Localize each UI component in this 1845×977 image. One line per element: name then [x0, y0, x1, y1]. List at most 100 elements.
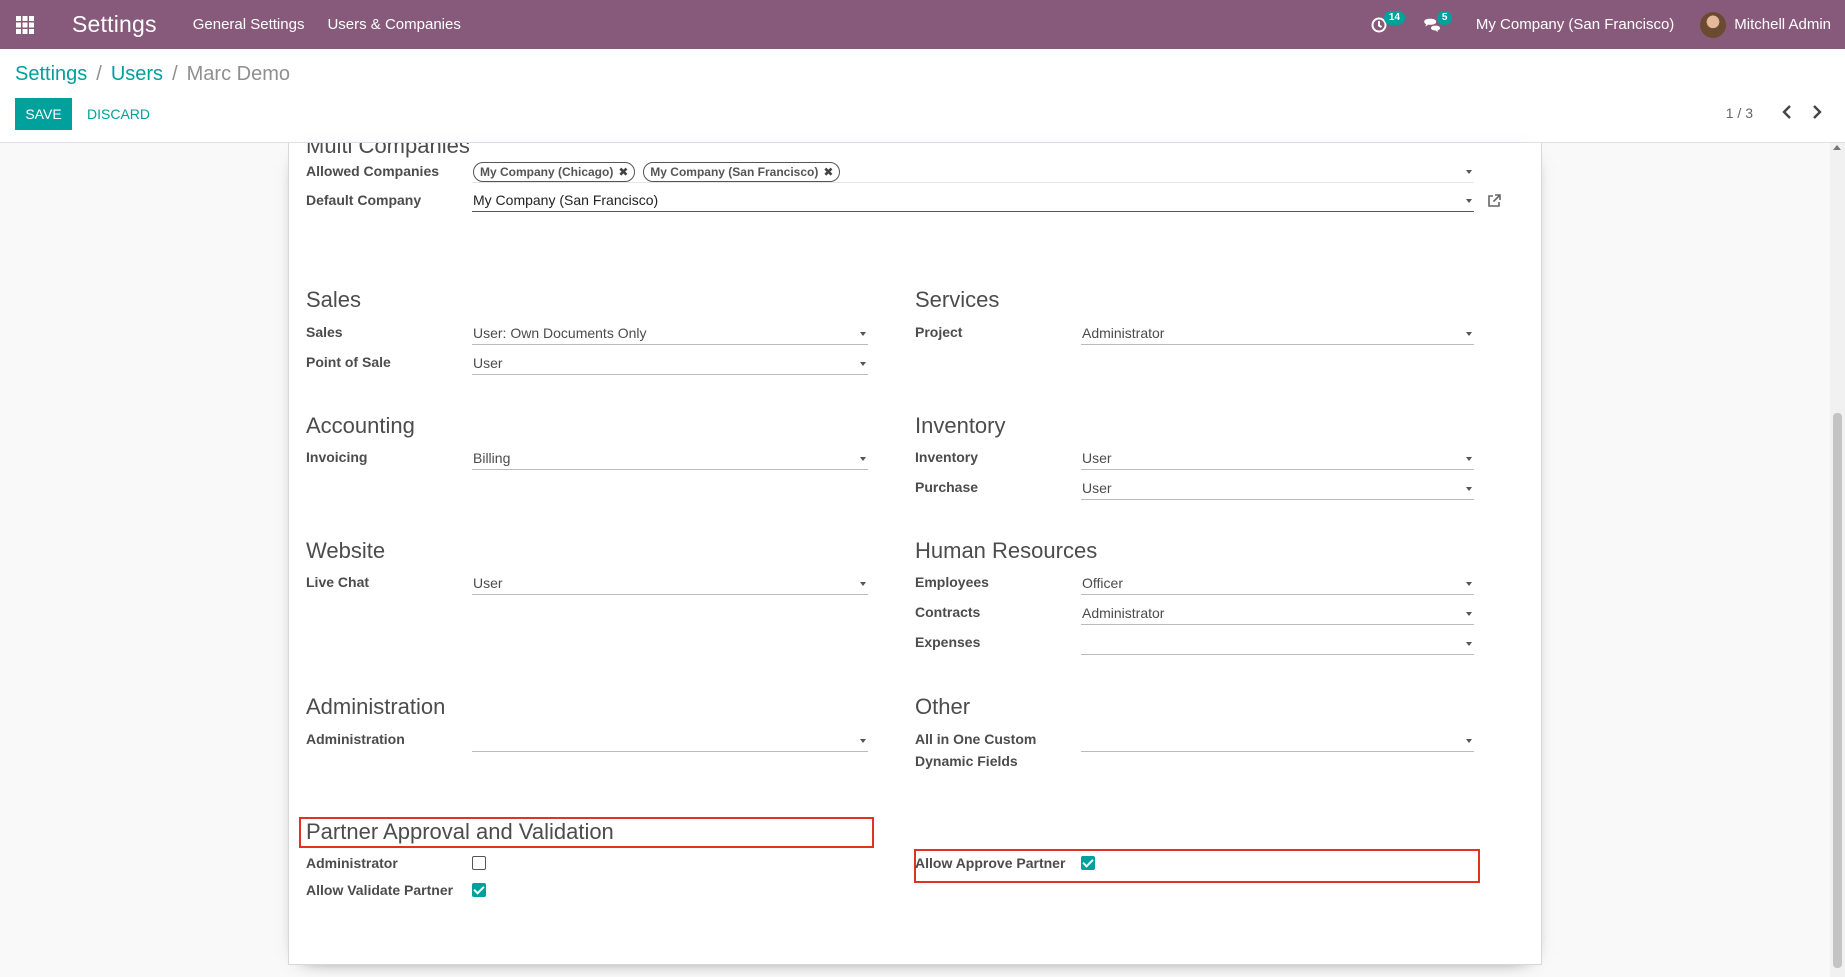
field-label-partner-administrator: Administrator: [306, 855, 398, 871]
expenses-access-select[interactable]: [1081, 632, 1474, 655]
field-label-invoicing: Invoicing: [306, 449, 368, 465]
field-label-allow-validate-partner: Allow Validate Partner: [306, 882, 454, 898]
field-label-allow-approve-partner: Allow Approve Partner: [915, 855, 1066, 871]
company-tag: My Company (Chicago) ✖: [473, 161, 636, 183]
field-label-project: Project: [915, 324, 963, 340]
scroll-up-arrow-icon[interactable]: [1833, 145, 1841, 150]
section-title-multi-companies: Multi Companies: [306, 143, 470, 158]
discard-button[interactable]: DISCARD: [87, 98, 150, 130]
default-company-field[interactable]: My Company (San Francisco): [472, 189, 1474, 212]
section-title-services: Services: [915, 287, 1000, 312]
pager-value[interactable]: 1 / 3: [1726, 105, 1753, 121]
form-sheet: Multi Companies Allowed Companies My Com…: [288, 143, 1542, 965]
contracts-access-value: Administrator: [1082, 605, 1165, 621]
sales-access-select[interactable]: User: Own Documents Only: [472, 322, 868, 345]
field-label-employees: Employees: [915, 574, 989, 590]
messages-button[interactable]: 5: [1410, 0, 1463, 49]
scrollbar[interactable]: [1830, 143, 1845, 977]
user-menu[interactable]: Mitchell Admin: [1687, 0, 1845, 49]
scrollbar-thumb[interactable]: [1833, 413, 1842, 968]
remove-tag-icon[interactable]: ✖: [823, 161, 833, 183]
field-label-point-of-sale: Point of Sale: [306, 354, 391, 370]
point-of-sale-access-select[interactable]: User: [472, 352, 868, 375]
dropdown-caret-icon: [1466, 612, 1472, 616]
company-name: My Company (San Francisco): [1475, 16, 1675, 33]
company-tag-label: My Company (Chicago): [480, 165, 614, 179]
pager-next-button[interactable]: [1806, 101, 1828, 123]
menu-general-settings[interactable]: General Settings: [193, 16, 305, 33]
chevron-left-icon: [1782, 105, 1791, 119]
apps-grid-icon[interactable]: [0, 0, 50, 49]
section-title-partner-approval: Partner Approval and Validation: [306, 819, 614, 844]
field-label-inventory: Inventory: [915, 449, 979, 465]
project-access-select[interactable]: Administrator: [1081, 322, 1474, 345]
custom-dynamic-fields-access-select[interactable]: [1081, 729, 1474, 752]
company-tag-label: My Company (San Francisco): [650, 165, 819, 179]
allow-approve-partner-checkbox[interactable]: [1081, 856, 1095, 870]
live-chat-access-value: User: [473, 575, 503, 591]
dropdown-caret-icon: [860, 332, 866, 336]
section-title-website: Website: [306, 538, 386, 563]
administration-access-select[interactable]: [472, 729, 868, 752]
company-tag: My Company (San Francisco) ✖: [643, 161, 841, 183]
purchase-access-value: User: [1082, 480, 1112, 496]
field-label-contracts: Contracts: [915, 604, 981, 620]
dropdown-caret-icon: [1466, 487, 1472, 491]
contracts-access-select[interactable]: Administrator: [1081, 602, 1474, 625]
partner-administrator-checkbox[interactable]: [472, 856, 486, 870]
dropdown-caret-icon: [1466, 170, 1472, 174]
allow-validate-partner-checkbox[interactable]: [472, 883, 486, 897]
save-button[interactable]: SAVE: [15, 98, 72, 130]
field-label-administration: Administration: [306, 731, 405, 747]
live-chat-access-select[interactable]: User: [472, 572, 868, 595]
dropdown-caret-icon: [860, 362, 866, 366]
dropdown-caret-icon: [860, 739, 866, 743]
field-label-live-chat: Live Chat: [306, 574, 370, 590]
breadcrumb: Settings / Users / Marc Demo: [15, 63, 290, 86]
dropdown-caret-icon: [860, 582, 866, 586]
remove-tag-icon[interactable]: ✖: [618, 161, 628, 183]
dropdown-caret-icon: [1466, 582, 1472, 586]
field-label-allowed-companies: Allowed Companies: [306, 163, 440, 179]
field-label-default-company: Default Company: [306, 192, 422, 208]
purchase-access-select[interactable]: User: [1081, 477, 1474, 500]
activity-button[interactable]: 14: [1357, 0, 1410, 49]
breadcrumb-users[interactable]: Users: [111, 63, 163, 86]
app-title: Settings: [72, 11, 157, 37]
dropdown-caret-icon: [1466, 332, 1472, 336]
pager-previous-button[interactable]: [1776, 101, 1798, 123]
field-label-custom-dynamic-fields: All in One Custom Dynamic Fields: [915, 731, 1037, 769]
allowed-companies-field[interactable]: My Company (Chicago) ✖ My Company (San F…: [472, 160, 1474, 183]
section-title-inventory: Inventory: [915, 413, 1006, 438]
section-title-administration: Administration: [306, 694, 446, 719]
employees-access-value: Officer: [1082, 575, 1123, 591]
breadcrumb-separator: /: [172, 63, 178, 85]
menu-users-companies[interactable]: Users & Companies: [327, 16, 460, 33]
control-panel: Settings / Users / Marc Demo SAVE DISCAR…: [0, 49, 1845, 143]
section-title-other: Other: [915, 694, 971, 719]
field-label-purchase: Purchase: [915, 479, 979, 495]
dropdown-caret-icon: [1466, 642, 1472, 646]
company-switcher[interactable]: My Company (San Francisco): [1463, 0, 1687, 49]
activity-count-badge: 14: [1383, 11, 1406, 25]
external-link-icon[interactable]: [1486, 193, 1502, 209]
chevron-right-icon: [1813, 105, 1822, 119]
dropdown-caret-icon: [1466, 199, 1472, 203]
top-navbar: Settings General Settings Users & Compan…: [0, 0, 1845, 49]
breadcrumb-separator: /: [96, 63, 102, 85]
inventory-access-select[interactable]: User: [1081, 447, 1474, 470]
employees-access-select[interactable]: Officer: [1081, 572, 1474, 595]
sales-access-value: User: Own Documents Only: [473, 325, 647, 341]
field-label-expenses: Expenses: [915, 634, 981, 650]
section-title-human-resources: Human Resources: [915, 538, 1098, 563]
breadcrumb-settings[interactable]: Settings: [15, 63, 87, 86]
user-name: Mitchell Admin: [1734, 16, 1831, 33]
inventory-access-value: User: [1082, 450, 1112, 466]
invoicing-access-select[interactable]: Billing: [472, 447, 868, 470]
field-label-sales: Sales: [306, 324, 343, 340]
section-title-accounting: Accounting: [306, 413, 415, 438]
message-count-badge: 5: [1436, 11, 1453, 25]
dropdown-caret-icon: [1466, 739, 1472, 743]
dropdown-caret-icon: [860, 457, 866, 461]
invoicing-access-value: Billing: [473, 450, 511, 466]
